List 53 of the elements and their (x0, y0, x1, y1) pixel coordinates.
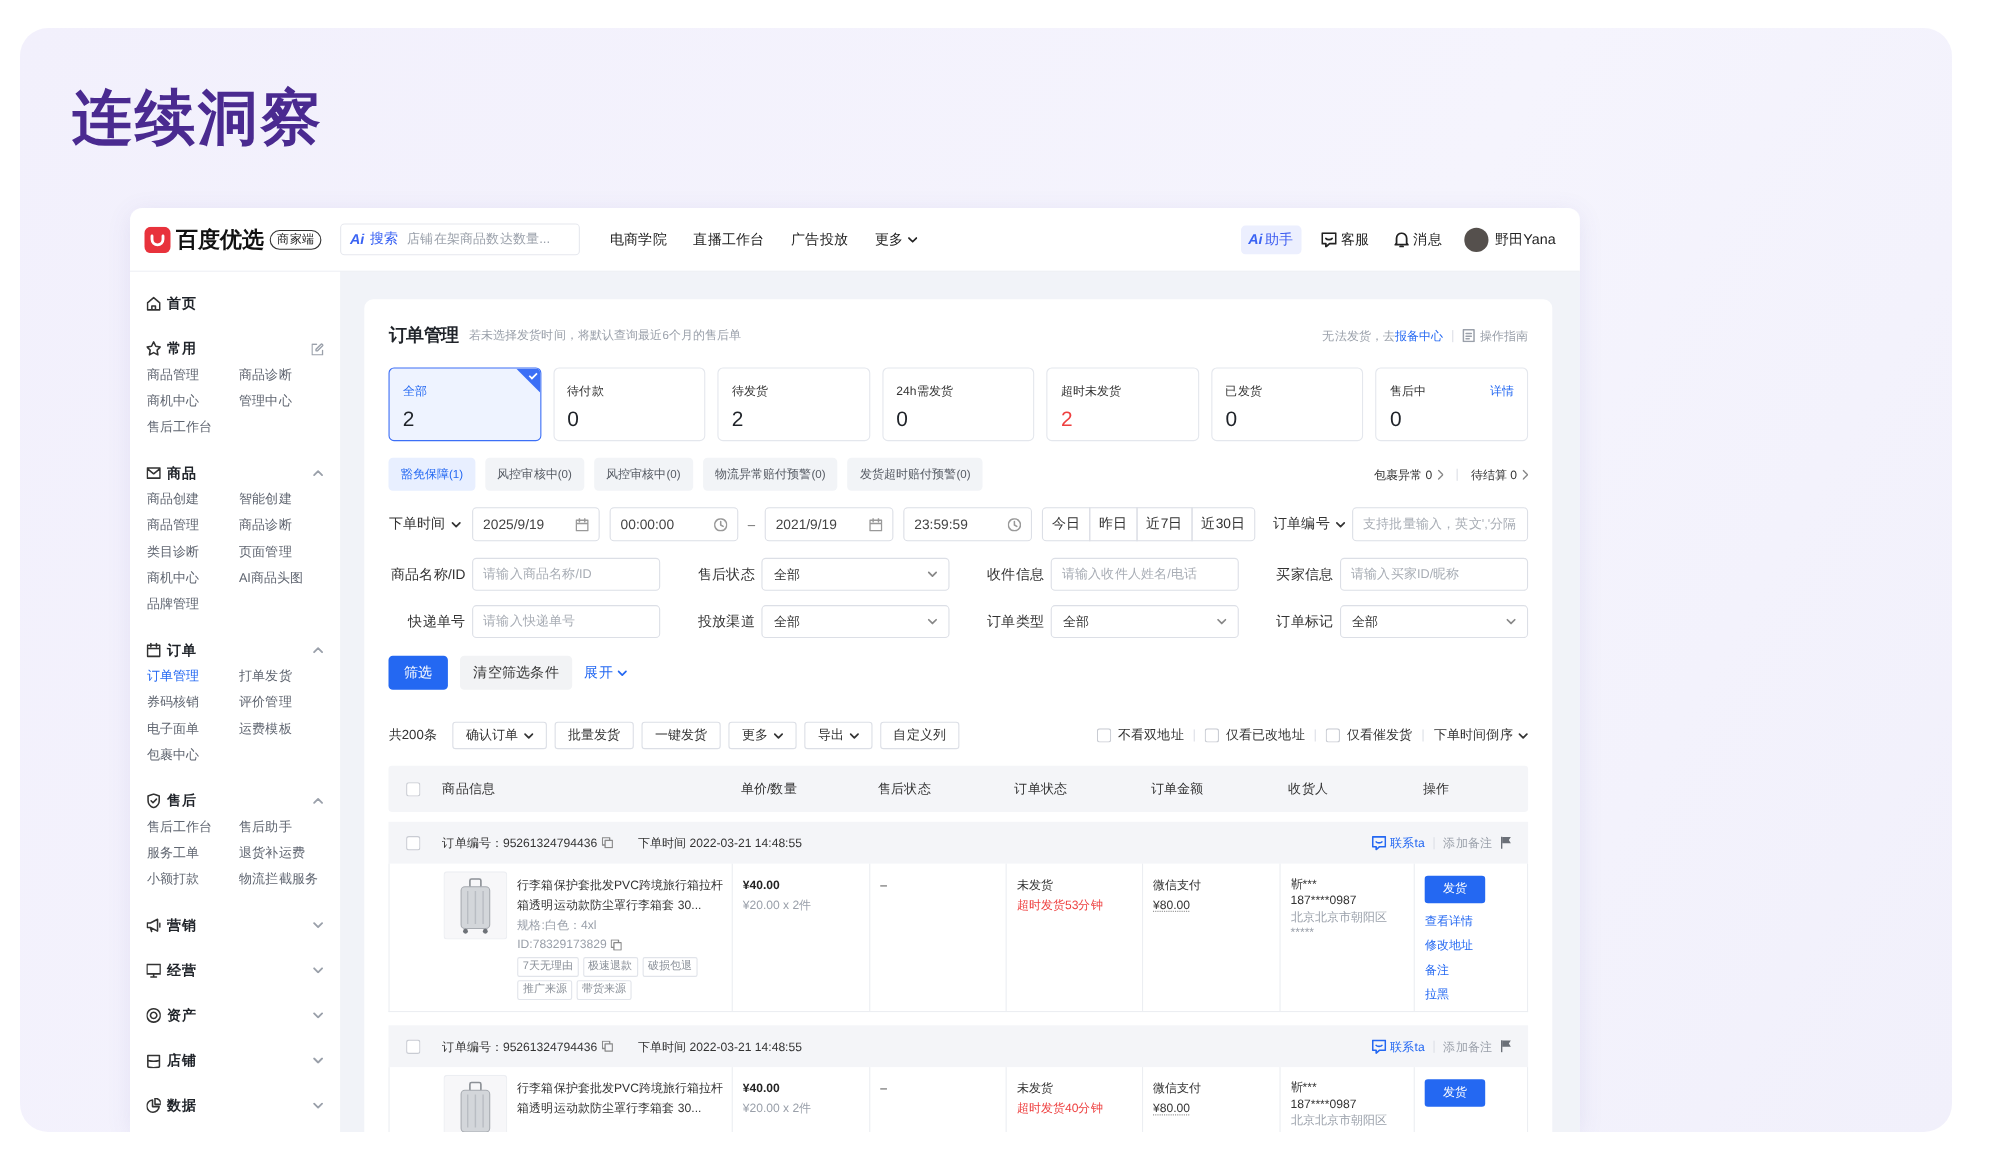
document-icon (1462, 329, 1476, 343)
logo-icon (144, 226, 171, 253)
check-corner-icon (515, 368, 540, 393)
page-heading: 订单管理 (388, 324, 459, 348)
pie-chart-icon (146, 1097, 161, 1114)
megaphone-icon (146, 917, 161, 933)
checkbox[interactable] (406, 835, 421, 850)
chevron-down-icon[interactable] (312, 1057, 324, 1064)
bell-icon (1393, 231, 1409, 248)
chevron-up-icon[interactable] (312, 469, 324, 477)
page-title: 连续洞察 (72, 84, 324, 156)
checkbox[interactable] (1204, 728, 1219, 743)
checkbox[interactable] (1325, 728, 1340, 743)
chat-icon (1371, 1039, 1386, 1054)
chevron-up-icon[interactable] (312, 646, 324, 654)
chevron-down-icon (927, 571, 938, 578)
chevron-down-icon (617, 669, 628, 677)
database-icon (146, 1052, 161, 1069)
chevron-down-icon (927, 618, 938, 625)
chevron-down-icon[interactable] (312, 1012, 324, 1019)
chevron-down-icon (1518, 732, 1529, 739)
clock-icon (714, 517, 728, 531)
envelope-icon (146, 465, 161, 481)
avatar-icon[interactable] (1463, 227, 1489, 252)
checkbox[interactable] (406, 781, 421, 796)
star-icon (146, 341, 161, 357)
clock-icon (1007, 517, 1021, 531)
checkbox[interactable] (406, 1039, 421, 1054)
chevron-down-icon (1216, 618, 1227, 625)
chevron-down-icon (451, 520, 462, 528)
chevron-down-icon[interactable] (312, 1102, 324, 1109)
calendar-icon (146, 642, 161, 658)
chevron-right-icon (1522, 469, 1529, 480)
chevron-up-icon[interactable] (312, 797, 324, 805)
calendar-icon (575, 517, 589, 531)
chevron-right-icon (1437, 469, 1444, 480)
brand-name: 百度优选 (176, 225, 265, 255)
checkbox[interactable] (1096, 728, 1112, 743)
shield-check-icon (146, 793, 161, 809)
flag-icon[interactable] (1500, 836, 1512, 850)
calendar-icon (869, 517, 883, 531)
chat-icon (1371, 835, 1386, 850)
suitcase-image (443, 871, 508, 940)
flag-icon[interactable] (1500, 1039, 1512, 1053)
target-icon (146, 1007, 161, 1024)
chat-icon (1320, 231, 1337, 248)
chevron-down-icon[interactable] (312, 967, 324, 974)
chevron-down-icon (1506, 618, 1516, 625)
home-icon (146, 296, 161, 312)
chevron-down-icon[interactable] (312, 921, 324, 929)
edit-icon[interactable] (311, 342, 324, 355)
monitor-icon (146, 962, 161, 978)
chevron-down-icon (1335, 520, 1346, 528)
